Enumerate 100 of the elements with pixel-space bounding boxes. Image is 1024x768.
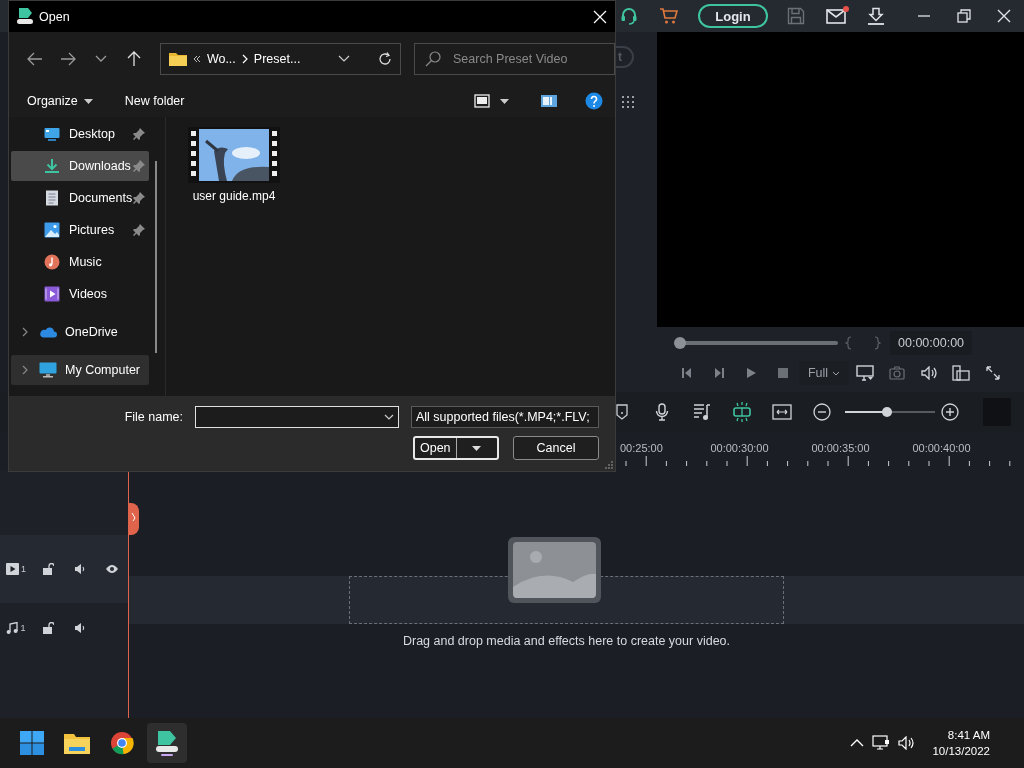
overflow-icon[interactable] bbox=[192, 54, 201, 63]
file-type-dropdown[interactable]: All supported files(*.MP4;*.FLV; bbox=[411, 406, 599, 428]
start-icon[interactable] bbox=[20, 731, 44, 755]
fullscreen-icon[interactable] bbox=[986, 366, 1000, 380]
chevron-up-icon[interactable] bbox=[850, 738, 865, 748]
previous-frame-icon[interactable] bbox=[681, 367, 693, 379]
music-icon bbox=[44, 254, 60, 270]
time-label: 00:00:35:00 bbox=[810, 442, 871, 454]
volume-icon[interactable] bbox=[921, 366, 937, 380]
clock-date[interactable]: 10/13/2022 bbox=[932, 743, 990, 759]
slider-thumb[interactable] bbox=[674, 337, 686, 349]
close-icon[interactable] bbox=[997, 9, 1011, 23]
nav-item[interactable]: Music bbox=[11, 247, 149, 277]
cloud-icon bbox=[39, 326, 57, 338]
nav-item[interactable]: Desktop bbox=[11, 119, 149, 149]
pin-icon bbox=[133, 224, 145, 236]
nav-item[interactable]: Videos bbox=[11, 279, 149, 309]
cart-icon[interactable] bbox=[659, 7, 679, 25]
caret-icon bbox=[384, 414, 394, 420]
caret-icon[interactable] bbox=[338, 54, 350, 63]
slider-thumb[interactable] bbox=[882, 407, 893, 417]
pin-icon bbox=[133, 128, 145, 140]
save-icon[interactable] bbox=[787, 7, 805, 25]
breadcrumb[interactable]: Wo... bbox=[206, 51, 236, 66]
breadcrumb[interactable]: Preset... bbox=[253, 51, 301, 66]
video-track-icon bbox=[6, 563, 19, 575]
caret-icon bbox=[83, 98, 93, 104]
login-button[interactable]: Login bbox=[698, 4, 768, 28]
forward-icon[interactable] bbox=[60, 51, 77, 66]
resize-grip-icon[interactable] bbox=[605, 461, 613, 469]
chevron-right-icon[interactable] bbox=[22, 327, 28, 337]
zoom-in-icon[interactable] bbox=[941, 403, 959, 421]
nav-item[interactable]: Documents bbox=[11, 183, 149, 213]
time-label: 00:00:30:00 bbox=[709, 442, 770, 454]
up-icon[interactable] bbox=[127, 50, 142, 67]
organize-menu[interactable]: Organize bbox=[21, 90, 99, 112]
editor-app-icon[interactable] bbox=[155, 730, 179, 756]
caret-icon bbox=[472, 445, 482, 451]
folder-icon[interactable] bbox=[64, 732, 90, 754]
clock-time[interactable]: 8:41 AM bbox=[947, 727, 990, 743]
snap-icon[interactable] bbox=[731, 402, 753, 422]
lock-icon[interactable] bbox=[42, 563, 54, 575]
eye-icon[interactable] bbox=[105, 564, 119, 574]
next-frame-icon[interactable] bbox=[713, 367, 725, 379]
mark-out-icon[interactable] bbox=[874, 336, 882, 350]
app-icon bbox=[17, 7, 33, 26]
address-bar[interactable]: Wo... Preset... bbox=[159, 42, 401, 75]
quality-dropdown[interactable]: Full bbox=[799, 361, 849, 385]
music-list-icon[interactable] bbox=[693, 403, 711, 421]
fit-width-icon[interactable] bbox=[772, 404, 792, 420]
marker-icon[interactable] bbox=[616, 404, 628, 420]
view-icon[interactable] bbox=[474, 94, 490, 108]
field-label: File name: bbox=[124, 410, 183, 424]
folder-icon bbox=[168, 51, 187, 66]
chevron-right-icon[interactable] bbox=[22, 365, 28, 375]
help-icon[interactable] bbox=[585, 92, 603, 110]
zoom-out-icon[interactable] bbox=[813, 403, 831, 421]
playhead-marker[interactable] bbox=[128, 503, 139, 535]
file-name[interactable]: user guide.mp4 bbox=[192, 189, 276, 203]
lock-icon[interactable] bbox=[42, 622, 54, 634]
video-icon bbox=[44, 286, 60, 302]
grid-icon[interactable] bbox=[622, 96, 634, 108]
chevron-right-icon bbox=[241, 53, 248, 64]
cancel-button[interactable]: Cancel bbox=[513, 436, 599, 460]
nav-item[interactable]: Pictures bbox=[11, 215, 149, 245]
track-number: 1 bbox=[20, 623, 26, 633]
play-icon[interactable] bbox=[745, 367, 757, 379]
caret-icon[interactable] bbox=[500, 98, 509, 104]
caret-icon[interactable] bbox=[95, 54, 108, 63]
speaker-icon[interactable] bbox=[74, 622, 86, 634]
restore-icon[interactable] bbox=[957, 9, 971, 23]
mark-in-icon[interactable] bbox=[844, 336, 852, 350]
microphone-icon[interactable] bbox=[655, 403, 669, 421]
camera-icon[interactable] bbox=[889, 366, 905, 380]
download-icon bbox=[44, 158, 60, 174]
browser-icon[interactable] bbox=[110, 731, 134, 755]
display-icon[interactable] bbox=[856, 365, 874, 381]
file-name-field[interactable] bbox=[195, 406, 399, 428]
volume-icon[interactable] bbox=[898, 736, 915, 750]
nav-item[interactable]: OneDrive bbox=[11, 317, 149, 347]
time-label: 00:25:00 bbox=[620, 442, 664, 454]
back-icon[interactable] bbox=[27, 51, 44, 66]
pin-icon bbox=[133, 192, 145, 204]
download-icon[interactable] bbox=[867, 7, 885, 25]
desktop-icon bbox=[44, 127, 60, 141]
mail-icon[interactable] bbox=[826, 8, 846, 24]
new-folder-button[interactable]: New folder bbox=[118, 90, 191, 112]
refresh-icon[interactable] bbox=[378, 51, 392, 66]
open-button[interactable]: Open bbox=[413, 436, 499, 460]
timecode: 00:00:00:00 bbox=[890, 331, 973, 355]
monitor-icon bbox=[39, 362, 57, 378]
headset-icon[interactable] bbox=[619, 6, 639, 26]
speaker-icon[interactable] bbox=[74, 563, 86, 575]
scrollbar[interactable] bbox=[155, 161, 157, 353]
nav-item[interactable]: Downloads bbox=[11, 151, 149, 181]
network-icon[interactable] bbox=[872, 735, 891, 751]
nav-item[interactable]: My Computer bbox=[11, 355, 149, 385]
caret-icon bbox=[832, 370, 841, 376]
layout-icon[interactable] bbox=[952, 365, 970, 381]
search-field[interactable]: Search Preset Video bbox=[414, 42, 615, 75]
